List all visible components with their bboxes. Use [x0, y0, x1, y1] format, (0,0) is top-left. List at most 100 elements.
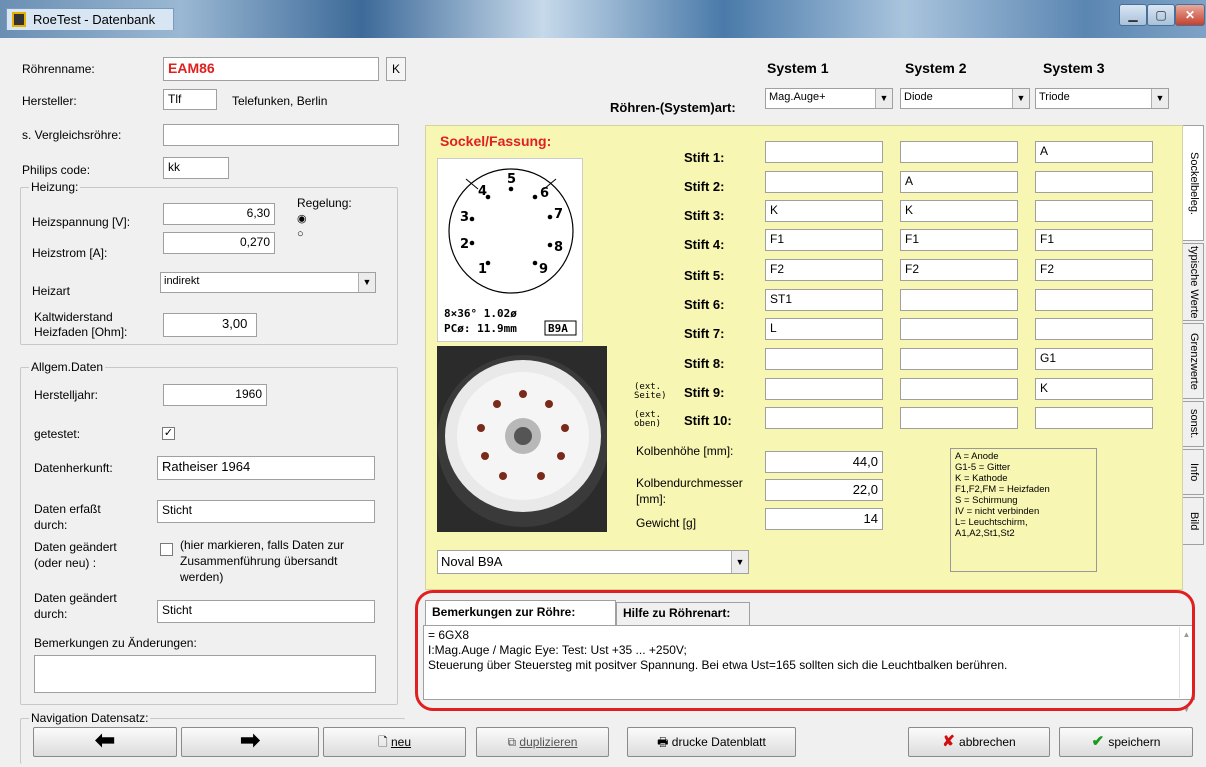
pin-9-sys3[interactable]: K: [1035, 378, 1153, 400]
tab-sonst[interactable]: sonst.: [1183, 401, 1204, 447]
pin-7-sys2[interactable]: [900, 318, 1018, 340]
geaendert-durch-input[interactable]: Sticht: [157, 600, 375, 623]
zusammenfuehrung-checkbox[interactable]: [160, 543, 173, 556]
close-button[interactable]: ✕: [1175, 4, 1205, 26]
ext-oben-note: (ext. oben): [634, 410, 662, 429]
pin-9-sys1[interactable]: [765, 378, 883, 400]
pin-10-sys2[interactable]: [900, 407, 1018, 429]
copy-icon: ⧉: [507, 735, 520, 749]
pin-3-sys3[interactable]: [1035, 200, 1153, 222]
tab-info[interactable]: Info: [1183, 449, 1204, 495]
pin-10-sys3[interactable]: [1035, 407, 1153, 429]
legend-line: L= Leuchtschirm,: [955, 517, 1028, 528]
geaendert-durch-label-2: durch:: [34, 607, 68, 621]
getestet-label: getestet:: [34, 427, 81, 441]
tab-grenzwerte[interactable]: Grenzwerte: [1183, 323, 1204, 399]
vergleich-label: s. Vergleichsröhre:: [22, 128, 122, 142]
regelung-radio-2[interactable]: ○: [297, 228, 304, 240]
pin-4-sys3[interactable]: F1: [1035, 229, 1153, 251]
legend-line: S = Schirmung: [955, 495, 1018, 506]
tab-typische-werte[interactable]: typische Werte: [1183, 243, 1204, 321]
kolbenhoehe-label: Kolbenhöhe [mm]:: [636, 444, 734, 458]
regelung-radio-1[interactable]: ◉: [297, 212, 307, 225]
hersteller-label: Hersteller:: [22, 94, 77, 108]
heizspannung-input[interactable]: 6,30: [163, 203, 275, 225]
diagram-badge: B9A: [548, 322, 568, 335]
system-2-header: System 2: [905, 60, 967, 76]
pin-6-sys3[interactable]: [1035, 289, 1153, 311]
pin-1-sys3[interactable]: A: [1035, 141, 1153, 163]
abbrechen-label: abbrechen: [959, 735, 1016, 749]
pin-7-sys1[interactable]: L: [765, 318, 883, 340]
roehrenname-input[interactable]: EAM86: [163, 57, 379, 81]
kalt-label-1: Kaltwiderstand: [34, 310, 113, 324]
systemart-label: Röhren-(System)art:: [610, 100, 736, 115]
prev-record-button[interactable]: ⬅: [33, 727, 177, 757]
speichern-label: speichern: [1108, 735, 1161, 749]
pin-3-sys1[interactable]: K: [765, 200, 883, 222]
pin-1-sys1[interactable]: [765, 141, 883, 163]
pin-6-sys1[interactable]: ST1: [765, 289, 883, 311]
pin-3-sys2[interactable]: K: [900, 200, 1018, 222]
pin-7-sys3[interactable]: [1035, 318, 1153, 340]
pin-8-sys3[interactable]: G1: [1035, 348, 1153, 370]
highlight-box: [415, 590, 1195, 711]
vergleich-input[interactable]: [163, 124, 399, 146]
gewicht-label: Gewicht [g]: [636, 516, 697, 530]
pin-8-sys2[interactable]: [900, 348, 1018, 370]
gewicht-input[interactable]: 14: [765, 508, 883, 530]
pin-8-sys1[interactable]: [765, 348, 883, 370]
pin-1-sys2[interactable]: [900, 141, 1018, 163]
pin-2-sys1[interactable]: [765, 171, 883, 193]
neu-button[interactable]: 🗋 neu: [323, 727, 466, 757]
maximize-button[interactable]: ▢: [1147, 4, 1175, 26]
heizart-select[interactable]: indirekt ▼: [160, 272, 376, 293]
pin-5-sys1[interactable]: F2: [765, 259, 883, 281]
next-record-button[interactable]: ➡: [181, 727, 319, 757]
stift-8-label: Stift 8:: [684, 356, 725, 371]
pin-2-sys3[interactable]: [1035, 171, 1153, 193]
heizstrom-input[interactable]: 0,270: [163, 232, 275, 254]
philips-input[interactable]: kk: [163, 157, 229, 179]
stift-7-label: Stift 7:: [684, 326, 725, 341]
pin-number-8: 8: [554, 240, 563, 255]
legend-line: IV = nicht verbinden: [955, 506, 1040, 517]
pin-10-sys1[interactable]: [765, 407, 883, 429]
stift-4-label: Stift 4:: [684, 237, 725, 252]
k-button[interactable]: K: [386, 57, 406, 81]
system-2-type-select[interactable]: Diode ▼: [900, 88, 1030, 109]
diagram-text-1: 8×36° 1.02ø: [444, 307, 517, 320]
pin-6-sys2[interactable]: [900, 289, 1018, 311]
stift-6-label: Stift 6:: [684, 297, 725, 312]
pin-2-sys2[interactable]: A: [900, 171, 1018, 193]
socket-type-select[interactable]: Noval B9A ▼: [437, 550, 749, 574]
duplizieren-button[interactable]: ⧉ duplizieren: [476, 727, 609, 757]
system-3-type-select[interactable]: Triode ▼: [1035, 88, 1169, 109]
tab-bild[interactable]: Bild: [1183, 497, 1204, 545]
system-1-type-select[interactable]: Mag.Auge+ ▼: [765, 88, 893, 109]
kolbenhoehe-input[interactable]: 44,0: [765, 451, 883, 473]
speichern-button[interactable]: ✔ speichern: [1059, 727, 1193, 757]
pin-9-sys2[interactable]: [900, 378, 1018, 400]
cancel-x-icon: ✘: [942, 733, 960, 750]
minimize-button[interactable]: ▁: [1119, 4, 1147, 26]
pin-5-sys3[interactable]: F2: [1035, 259, 1153, 281]
pin-4-sys2[interactable]: F1: [900, 229, 1018, 251]
erfasst-input[interactable]: Sticht: [157, 500, 375, 523]
diagram-text-2: PCø: 11.9mm: [444, 322, 517, 335]
kolbendurchmesser-input[interactable]: 22,0: [765, 479, 883, 501]
drucke-label: drucke Datenblatt: [671, 735, 766, 749]
pin-5-sys2[interactable]: F2: [900, 259, 1018, 281]
drucke-datenblatt-button[interactable]: 🖶 drucke Datenblatt: [627, 727, 796, 757]
tab-sockelbeleg[interactable]: Sockelbeleg.: [1183, 125, 1204, 241]
herstelljahr-input[interactable]: 1960: [163, 384, 267, 406]
tab-label: typische Werte: [1188, 245, 1200, 319]
heizung-caption: Heizung:: [29, 180, 81, 194]
bem-aenderungen-input[interactable]: [34, 655, 376, 693]
kaltwiderstand-input[interactable]: 3,00: [163, 313, 257, 337]
datenherkunft-input[interactable]: Ratheiser 1964: [157, 456, 375, 480]
abbrechen-button[interactable]: ✘ abbrechen: [908, 727, 1050, 757]
hersteller-code-input[interactable]: Tlf: [163, 89, 217, 110]
pin-4-sys1[interactable]: F1: [765, 229, 883, 251]
getestet-checkbox[interactable]: ✓: [162, 427, 175, 440]
